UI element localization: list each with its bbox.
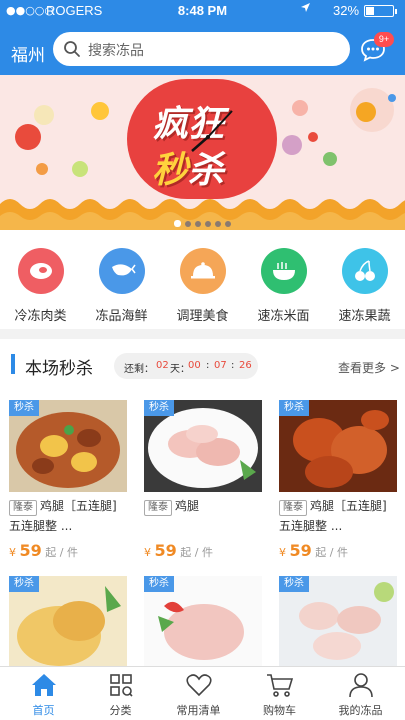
search-placeholder: 搜索冻品 [88,43,144,59]
product-price: ¥ 59 起 / 件 [9,541,78,560]
product-image: 秒杀 [144,576,262,668]
tab-home[interactable]: 首页 [3,671,84,718]
timer-minutes: 07 [214,360,227,371]
product-name: 隆泰 鸡腿 [144,496,270,516]
carousel-dot[interactable] [195,221,201,227]
carousel-dot[interactable] [225,221,231,227]
category-prepared-food[interactable]: 调理美食 [162,248,243,324]
clock-hands-icon [191,110,233,152]
brand-tag: 隆泰 [279,500,307,516]
flash-sale-tag: 秒杀 [144,576,174,592]
tab-category[interactable]: 分类 [80,671,161,718]
flash-sale-tag: 秒杀 [279,576,309,592]
location-arrow-icon [300,2,311,16]
flash-sale-section: 本场秒杀 还剩： 02 天： 00 : 07 : 26 查看更多 > 秒杀 隆泰… [0,339,405,669]
carousel-dot[interactable] [215,221,221,227]
category-label: 速冻果蔬 [338,309,391,324]
carousel-dot[interactable] [185,221,191,227]
timer-label: 还剩： [124,364,154,375]
timer-days: 02 [156,360,169,371]
product-card[interactable]: 秒杀 [9,576,135,668]
product-image: 秒杀 [279,400,397,492]
home-icon [3,671,84,699]
message-button[interactable]: 9+ [360,32,394,62]
product-image: 秒杀 [9,400,127,492]
category-frozen-meat[interactable]: 冷冻肉类 [0,248,81,324]
timer-days-unit: 天： [170,364,190,375]
tab-label: 首页 [32,704,55,717]
message-count-badge: 9+ [374,32,394,47]
timer-seconds: 26 [239,360,252,371]
tab-cart[interactable]: 购物车 [239,671,320,718]
product-name: 隆泰 鸡腿［五连腿] 五连腿整 ... [279,499,387,533]
product-image: 秒杀 [9,576,127,668]
cart-icon [239,671,320,699]
product-card[interactable]: 秒杀 [279,576,405,668]
flash-sale-tag: 秒杀 [9,576,39,592]
product-image: 秒杀 [279,576,397,668]
tab-label: 我的冻品 [338,704,383,717]
category-label: 冷冻肉类 [14,309,67,324]
product-image: 秒杀 [144,400,262,492]
flash-sale-tag: 秒杀 [9,400,39,416]
city-selector[interactable]: 福州 [11,41,45,66]
search-icon [64,41,80,57]
section-accent-bar [11,354,15,374]
category-grid-icon [80,671,161,699]
battery-icon [364,5,397,17]
bottom-tab-bar: 首页 分类 常用清单 购物车 我的冻品 [0,666,405,720]
battery-percent: 32% [333,3,360,18]
cherry-icon [341,248,388,294]
product-card[interactable]: 秒杀 隆泰 鸡腿 ¥ 59 起 / 件 [144,400,270,570]
top-header: ●●○○○ ROGERS 8:48 PM 32% 福州 搜索冻品 9+ [0,0,405,75]
product-card[interactable]: 秒杀 隆泰 鸡腿［五连腿] 五连腿整 ... ¥ 59 起 / 件 [9,400,135,570]
user-icon [320,671,401,699]
carousel-indicator[interactable] [0,212,405,230]
flash-sale-tag: 秒杀 [279,400,309,416]
heart-icon [158,671,239,699]
category-label: 调理美食 [176,309,229,324]
countdown-timer: 还剩： 02 天： 00 : 07 : 26 [114,353,258,379]
brand-tag: 隆泰 [9,500,37,516]
status-bar: ●●○○○ ROGERS 8:48 PM 32% [0,0,405,22]
carousel-dot[interactable] [174,220,181,227]
product-name: 隆泰 鸡腿［五连腿] 五连腿整 ... [9,499,117,533]
category-frozen-seafood[interactable]: 冻品海鲜 [81,248,162,324]
tab-label: 购物车 [263,704,296,717]
category-row: 冷冻肉类 冻品海鲜 调理美食 速冻米面 速冻果蔬 [0,230,405,329]
promo-banner[interactable]: 疯狂 秒杀 [0,75,405,230]
product-card[interactable]: 秒杀 隆泰 鸡腿［五连腿] 五连腿整 ... ¥ 59 起 / 件 [279,400,405,570]
search-input[interactable]: 搜索冻品 [53,32,350,66]
category-label: 冻品海鲜 [95,309,148,324]
brand-tag: 隆泰 [144,500,172,516]
tab-favorites[interactable]: 常用清单 [158,671,239,718]
flash-sale-tag: 秒杀 [144,400,174,416]
category-frozen-produce[interactable]: 速冻果蔬 [324,248,405,324]
dish-cover-icon [179,248,226,294]
section-title: 本场秒杀 [25,359,93,379]
tab-label: 常用清单 [176,704,221,717]
tab-label: 分类 [109,704,132,717]
meat-icon [17,248,64,294]
view-more-link[interactable]: 查看更多 > [338,359,400,376]
product-price: ¥ 59 起 / 件 [144,541,213,560]
category-frozen-noodles[interactable]: 速冻米面 [243,248,324,324]
carousel-dot[interactable] [205,221,211,227]
product-card[interactable]: 秒杀 [144,576,270,668]
shrimp-icon [98,248,145,294]
product-price: ¥ 59 起 / 件 [279,541,348,560]
category-label: 速冻米面 [257,309,310,324]
tab-my-account[interactable]: 我的冻品 [320,671,401,718]
noodle-bowl-icon [260,248,307,294]
timer-hours: 00 [188,360,201,371]
